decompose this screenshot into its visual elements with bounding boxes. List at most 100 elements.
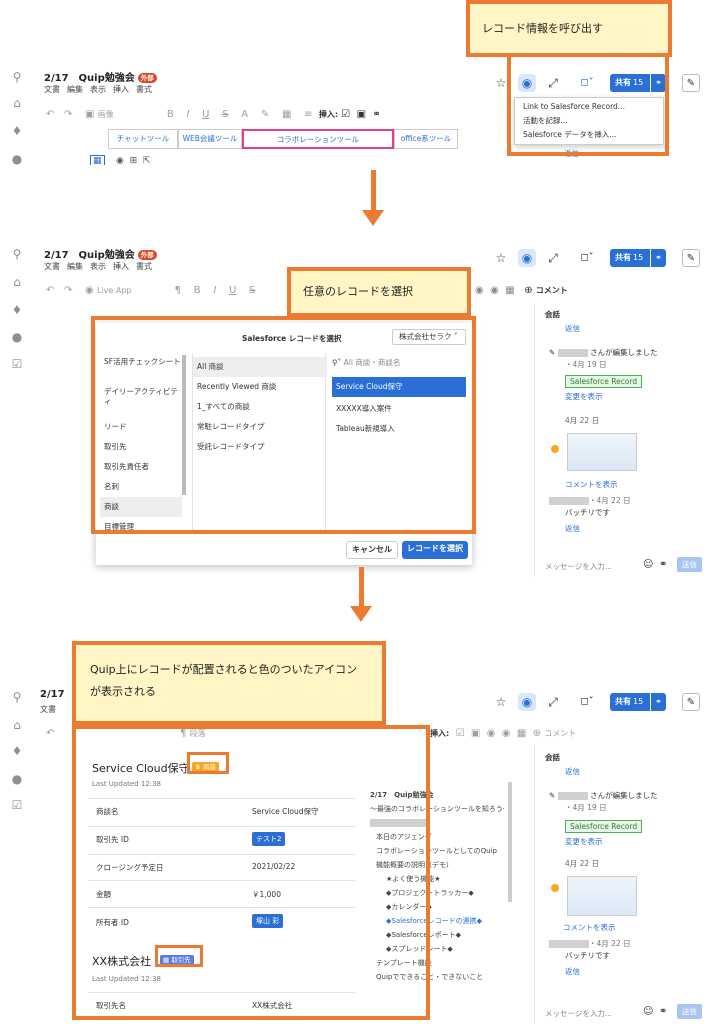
redo-icon[interactable]: ↷ xyxy=(64,109,72,120)
chat-icon[interactable]: ● xyxy=(10,330,24,344)
menu-view[interactable]: 表示 xyxy=(90,262,106,271)
expand-icon[interactable]: ⇱ xyxy=(143,156,151,165)
crop-icon[interactable]: ⊞ xyxy=(130,156,138,165)
menu-insert[interactable]: 挿入 xyxy=(113,262,129,271)
conversation-icon[interactable]: ◉ xyxy=(518,249,536,267)
search-icon[interactable]: ⚲ xyxy=(10,70,24,84)
chat-icon[interactable]: ● xyxy=(10,152,24,165)
reply-link-2[interactable]: 返信 xyxy=(565,966,580,977)
collapse-icon[interactable]: ⤢ xyxy=(544,249,562,267)
select-record-button[interactable]: レコードを選択 xyxy=(402,541,468,559)
salesforce-record-tag[interactable]: Salesforce Record xyxy=(565,820,643,833)
attach-icon[interactable]: ⚭ xyxy=(659,1006,667,1017)
conversation-icon[interactable]: ◉ xyxy=(518,693,536,711)
chat-icon[interactable]: ● xyxy=(10,772,24,786)
menu-document[interactable]: 文書 xyxy=(44,262,60,271)
comment-label[interactable]: コメント xyxy=(544,729,576,738)
live-app-icon[interactable]: ◉ xyxy=(85,285,94,296)
send-button[interactable]: 送信 xyxy=(677,1004,702,1019)
show-comment-link[interactable]: コメントを表示 xyxy=(565,479,618,490)
underline-icon[interactable]: U xyxy=(202,109,209,120)
emoji-icon[interactable]: ☺ xyxy=(643,1006,653,1017)
tasks-icon[interactable]: ☑ xyxy=(10,357,24,371)
comment-label[interactable]: コメント xyxy=(536,286,568,295)
salesforce-record-tag[interactable]: Salesforce Record xyxy=(565,375,643,388)
reply-link-2[interactable]: 返信 xyxy=(565,523,580,534)
tasks-icon[interactable]: ☑ xyxy=(10,798,24,812)
show-changes-link[interactable]: 変更を表示 xyxy=(565,836,603,847)
image-label[interactable]: 画像 xyxy=(98,110,114,119)
menu-format[interactable]: 書式 xyxy=(136,262,152,271)
show-comment-link[interactable]: コメントを表示 xyxy=(563,922,616,933)
outline-scrollbar[interactable] xyxy=(508,782,512,902)
menu-insert[interactable]: 挿入 xyxy=(113,85,129,94)
comment-icon[interactable]: ⊕ xyxy=(524,285,532,296)
photo-icon[interactable]: ▣ xyxy=(471,728,480,739)
menu-edit[interactable]: 編集 xyxy=(67,85,83,94)
show-changes-link[interactable]: 変更を表示 xyxy=(565,391,603,402)
italic-icon[interactable]: I xyxy=(213,285,216,296)
undo-icon[interactable]: ↶ xyxy=(46,285,54,296)
star-icon[interactable]: ☆ xyxy=(492,249,510,267)
link-icon[interactable]: ⚭ xyxy=(372,109,380,120)
salesforce-cloud-icon[interactable]: ◻˅ xyxy=(574,693,600,711)
home-icon[interactable]: ⌂ xyxy=(10,96,24,110)
reply-link[interactable]: 返信 xyxy=(565,323,580,334)
gauge-icon[interactable]: ◉ xyxy=(487,728,496,739)
search-icon[interactable]: ⚲ xyxy=(10,690,24,704)
record-icon[interactable]: ◉ xyxy=(502,728,511,739)
search-icon[interactable]: ⚲ xyxy=(10,247,24,261)
comment-icon[interactable]: ⊕ xyxy=(533,728,541,739)
salesforce-cloud-icon[interactable]: ◻˅ xyxy=(574,249,600,267)
undo-icon[interactable]: ↶ xyxy=(46,109,54,120)
paragraph-icon[interactable]: ¶ xyxy=(175,285,181,296)
table-cell[interactable]: office系ツール xyxy=(394,129,458,149)
cell-options-icon[interactable]: ◉ xyxy=(116,156,124,165)
home-icon[interactable]: ⌂ xyxy=(10,718,24,732)
share-button[interactable]: 共有 15 ⚭ xyxy=(610,249,666,267)
align-icon[interactable]: ≡ xyxy=(304,109,312,120)
menu-format[interactable]: 書式 xyxy=(136,85,152,94)
checkbox-icon[interactable]: ☑ xyxy=(341,109,350,120)
live-app-label[interactable]: Live App xyxy=(97,286,132,295)
image-icon[interactable]: ▣ xyxy=(85,109,94,120)
cancel-button[interactable]: キャンセル xyxy=(346,541,398,559)
table-cell[interactable]: WEB会議ツール xyxy=(178,129,242,149)
checkbox-icon[interactable]: ☑ xyxy=(456,728,465,739)
thumbnail[interactable] xyxy=(567,433,637,471)
compose-icon[interactable]: ✎ xyxy=(682,693,700,711)
link-share-icon[interactable]: ⚭ xyxy=(650,693,666,711)
message-input[interactable]: メッセージを入力... xyxy=(545,561,612,572)
compose-icon[interactable]: ✎ xyxy=(682,74,700,92)
photo-icon[interactable]: ▣ xyxy=(357,109,366,120)
redo-icon[interactable]: ↷ xyxy=(64,285,72,296)
text-color-icon[interactable]: A xyxy=(241,109,248,120)
undo-icon[interactable]: ↶ xyxy=(46,728,54,739)
gauge-icon[interactable]: ◉ xyxy=(475,285,484,296)
send-button[interactable]: 送信 xyxy=(677,557,702,572)
home-icon[interactable]: ⌂ xyxy=(10,275,24,289)
underline-icon[interactable]: U xyxy=(229,285,236,296)
bell-icon[interactable]: ♦ xyxy=(10,303,24,317)
highlight-icon[interactable]: ✎ xyxy=(261,109,269,120)
menu-edit[interactable]: 編集 xyxy=(67,262,83,271)
share-button[interactable]: 共有 15 ⚭ xyxy=(610,693,666,711)
strike-icon[interactable]: S xyxy=(222,109,228,120)
cell-edit-icon[interactable]: ▦ xyxy=(90,155,105,165)
star-icon[interactable]: ☆ xyxy=(492,693,510,711)
bell-icon[interactable]: ♦ xyxy=(10,124,24,138)
menu-view[interactable]: 表示 xyxy=(90,85,106,94)
grid-icon[interactable]: ▦ xyxy=(517,728,526,739)
code-icon[interactable]: ▦ xyxy=(282,109,291,120)
compose-icon[interactable]: ✎ xyxy=(682,249,700,267)
italic-icon[interactable]: I xyxy=(186,109,189,120)
record-icon[interactable]: ◉ xyxy=(490,285,499,296)
message-input[interactable]: メッセージを入力... xyxy=(545,1008,612,1019)
strike-icon[interactable]: S xyxy=(249,285,255,296)
bell-icon[interactable]: ♦ xyxy=(10,744,24,758)
bold-icon[interactable]: B xyxy=(167,109,174,120)
reply-link[interactable]: 返信 xyxy=(565,766,580,777)
thumbnail[interactable] xyxy=(567,876,637,916)
attach-icon[interactable]: ⚭ xyxy=(659,559,667,570)
menu-document[interactable]: 文書 xyxy=(44,85,60,94)
